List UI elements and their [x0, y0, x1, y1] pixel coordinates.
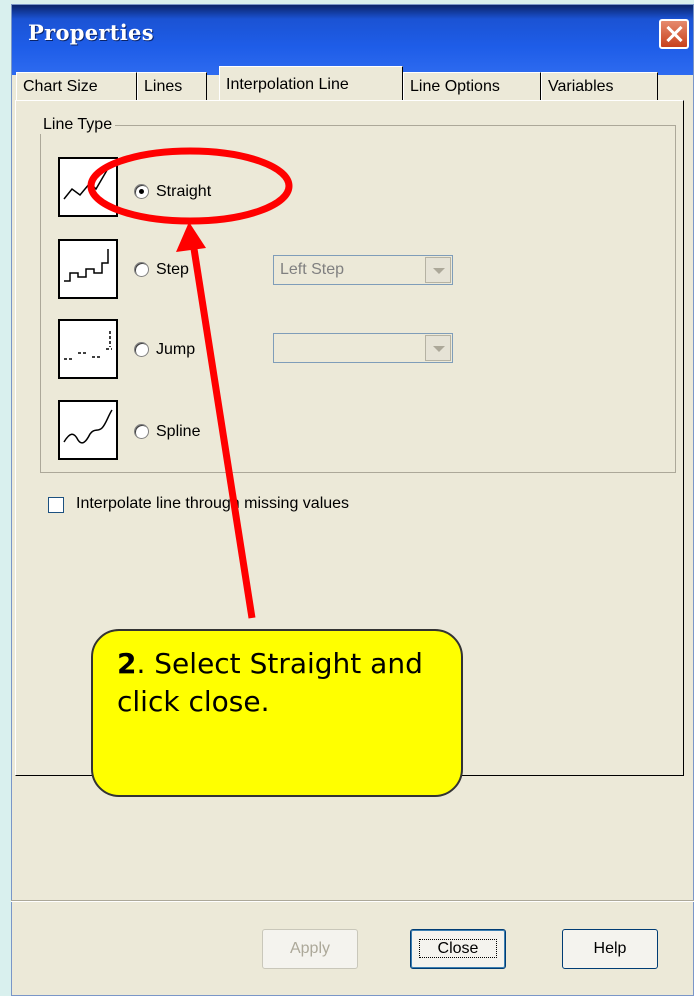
step-type-value: Left Step [280, 261, 345, 278]
jump-type-select[interactable] [273, 333, 453, 363]
tab-variables[interactable]: Variables [541, 72, 658, 100]
tab-interpolation-line[interactable]: Interpolation Line [219, 66, 403, 100]
help-button[interactable]: Help [562, 929, 658, 969]
radio-step[interactable] [134, 262, 149, 277]
tab-lines[interactable]: Lines [137, 72, 207, 100]
close-window-icon[interactable] [659, 19, 689, 49]
spline-line-icon [58, 400, 118, 460]
radio-step-label[interactable]: Step [156, 261, 189, 279]
step-type-select[interactable]: Left Step [273, 255, 453, 285]
help-button-label: Help [593, 940, 627, 957]
close-button[interactable]: Close [410, 929, 506, 969]
apply-button-label: Apply [289, 940, 331, 957]
jump-line-icon [58, 319, 118, 379]
radio-spline-label[interactable]: Spline [156, 423, 200, 441]
window-title: Properties [28, 20, 154, 45]
radio-jump[interactable] [134, 342, 149, 357]
button-separator [11, 900, 694, 902]
interpolate-missing-checkbox[interactable] [48, 497, 64, 513]
radio-jump-label[interactable]: Jump [156, 341, 195, 359]
radio-straight-label[interactable]: Straight [156, 183, 211, 201]
callout-step-number: 2 [117, 647, 137, 680]
callout-text: . Select Straight and click close. [117, 647, 423, 718]
close-button-label: Close [418, 939, 498, 958]
line-type-groupbox [40, 125, 676, 473]
apply-button[interactable]: Apply [262, 929, 358, 969]
chevron-down-icon[interactable] [425, 335, 451, 361]
radio-straight[interactable] [134, 184, 149, 199]
tab-chart-size[interactable]: Chart Size [16, 72, 137, 100]
line-type-group-label: Line Type [40, 116, 116, 134]
step-line-icon [58, 239, 118, 299]
instruction-callout: 2. Select Straight and click close. [91, 629, 463, 797]
radio-spline[interactable] [134, 424, 149, 439]
straight-line-icon [58, 157, 118, 217]
chevron-down-icon[interactable] [425, 257, 451, 283]
title-bar: Properties [12, 5, 693, 75]
interpolate-missing-label[interactable]: Interpolate line through missing values [76, 495, 349, 513]
tab-line-options[interactable]: Line Options [403, 72, 541, 100]
